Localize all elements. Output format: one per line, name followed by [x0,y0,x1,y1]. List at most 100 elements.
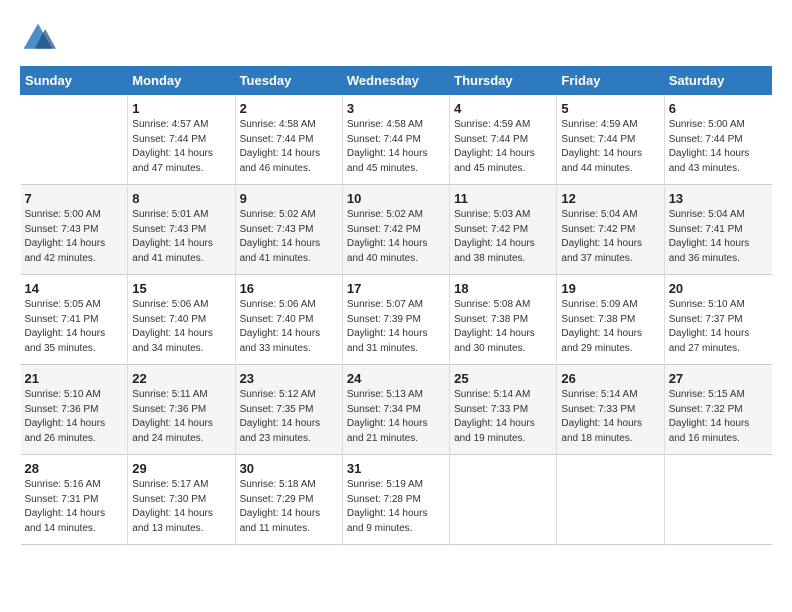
day-number: 22 [132,371,230,386]
day-info: Sunrise: 5:14 AM Sunset: 7:33 PM Dayligh… [561,388,659,446]
day-info: Sunrise: 5:06 AM Sunset: 7:40 PM Dayligh… [240,298,338,356]
calendar-cell: 22 Sunrise: 5:11 AM Sunset: 7:36 PM Dayli… [128,365,235,455]
calendar-cell: 30 Sunrise: 5:18 AM Sunset: 7:29 PM Dayli… [235,455,342,545]
calendar-cell: 25 Sunrise: 5:14 AM Sunset: 7:33 PM Dayli… [450,365,557,455]
weekday-header-row: SundayMondayTuesdayWednesdayThursdayFrid… [21,67,772,95]
day-number: 18 [454,281,552,296]
day-number: 12 [561,191,659,206]
logo-icon [20,20,56,56]
day-info: Sunrise: 4:59 AM Sunset: 7:44 PM Dayligh… [454,118,552,176]
day-number: 17 [347,281,445,296]
weekday-header-saturday: Saturday [664,67,771,95]
day-info: Sunrise: 5:12 AM Sunset: 7:35 PM Dayligh… [240,388,338,446]
calendar-cell [21,95,128,185]
weekday-header-friday: Friday [557,67,664,95]
day-number: 4 [454,101,552,116]
day-info: Sunrise: 5:17 AM Sunset: 7:30 PM Dayligh… [132,478,230,536]
calendar-cell: 2 Sunrise: 4:58 AM Sunset: 7:44 PM Daylig… [235,95,342,185]
day-info: Sunrise: 5:02 AM Sunset: 7:43 PM Dayligh… [240,208,338,266]
calendar-row-4: 28Sunrise: 5:16 AM Sunset: 7:31 PM Dayli… [21,455,772,545]
calendar-cell: 8Sunrise: 5:01 AM Sunset: 7:43 PM Daylig… [128,185,235,275]
calendar-row-3: 21 Sunrise: 5:10 AM Sunset: 7:36 PM Dayli… [21,365,772,455]
calendar-cell: 3Sunrise: 4:58 AM Sunset: 7:44 PM Daylig… [342,95,449,185]
day-number: 24 [347,371,445,386]
day-number: 19 [561,281,659,296]
day-info: Sunrise: 5:04 AM Sunset: 7:41 PM Dayligh… [669,208,768,266]
calendar-row-0: 1 Sunrise: 4:57 AM Sunset: 7:44 PM Daylig… [21,95,772,185]
calendar-cell: 21 Sunrise: 5:10 AM Sunset: 7:36 PM Dayli… [21,365,128,455]
day-info: Sunrise: 5:19 AM Sunset: 7:28 PM Dayligh… [347,478,445,536]
day-info: Sunrise: 5:03 AM Sunset: 7:42 PM Dayligh… [454,208,552,266]
day-info: Sunrise: 5:04 AM Sunset: 7:42 PM Dayligh… [561,208,659,266]
day-info: Sunrise: 4:58 AM Sunset: 7:44 PM Dayligh… [240,118,338,176]
day-info: Sunrise: 5:09 AM Sunset: 7:38 PM Dayligh… [561,298,659,356]
calendar-cell: 19 Sunrise: 5:09 AM Sunset: 7:38 PM Dayli… [557,275,664,365]
day-info: Sunrise: 5:18 AM Sunset: 7:29 PM Dayligh… [240,478,338,536]
calendar-cell: 7 Sunrise: 5:00 AM Sunset: 7:43 PM Daylig… [21,185,128,275]
day-number: 25 [454,371,552,386]
calendar-cell: 17 Sunrise: 5:07 AM Sunset: 7:39 PM Dayli… [342,275,449,365]
calendar-cell: 24 Sunrise: 5:13 AM Sunset: 7:34 PM Dayli… [342,365,449,455]
calendar-cell [450,455,557,545]
day-number: 10 [347,191,445,206]
day-number: 23 [240,371,338,386]
weekday-header-tuesday: Tuesday [235,67,342,95]
day-number: 7 [25,191,124,206]
day-number: 13 [669,191,768,206]
day-info: Sunrise: 5:15 AM Sunset: 7:32 PM Dayligh… [669,388,768,446]
day-info: Sunrise: 4:59 AM Sunset: 7:44 PM Dayligh… [561,118,659,176]
calendar-cell: 1 Sunrise: 4:57 AM Sunset: 7:44 PM Daylig… [128,95,235,185]
day-number: 29 [132,461,230,476]
day-number: 16 [240,281,338,296]
weekday-header-thursday: Thursday [450,67,557,95]
calendar-cell: 18Sunrise: 5:08 AM Sunset: 7:38 PM Dayli… [450,275,557,365]
day-info: Sunrise: 5:02 AM Sunset: 7:42 PM Dayligh… [347,208,445,266]
day-number: 1 [132,101,230,116]
day-number: 28 [25,461,124,476]
day-info: Sunrise: 5:10 AM Sunset: 7:37 PM Dayligh… [669,298,768,356]
day-info: Sunrise: 5:07 AM Sunset: 7:39 PM Dayligh… [347,298,445,356]
calendar-cell: 27 Sunrise: 5:15 AM Sunset: 7:32 PM Dayli… [664,365,771,455]
day-number: 31 [347,461,445,476]
day-info: Sunrise: 5:00 AM Sunset: 7:44 PM Dayligh… [669,118,768,176]
day-info: Sunrise: 4:57 AM Sunset: 7:44 PM Dayligh… [132,118,230,176]
weekday-header-wednesday: Wednesday [342,67,449,95]
logo [20,20,60,56]
day-info: Sunrise: 5:10 AM Sunset: 7:36 PM Dayligh… [25,388,124,446]
day-number: 9 [240,191,338,206]
calendar-row-1: 7 Sunrise: 5:00 AM Sunset: 7:43 PM Daylig… [21,185,772,275]
calendar-cell: 20 Sunrise: 5:10 AM Sunset: 7:37 PM Dayli… [664,275,771,365]
day-info: Sunrise: 5:01 AM Sunset: 7:43 PM Dayligh… [132,208,230,266]
calendar-cell: 15 Sunrise: 5:06 AM Sunset: 7:40 PM Dayli… [128,275,235,365]
calendar-row-2: 14Sunrise: 5:05 AM Sunset: 7:41 PM Dayli… [21,275,772,365]
calendar-cell: 31 Sunrise: 5:19 AM Sunset: 7:28 PM Dayli… [342,455,449,545]
calendar-cell: 12 Sunrise: 5:04 AM Sunset: 7:42 PM Dayli… [557,185,664,275]
day-info: Sunrise: 4:58 AM Sunset: 7:44 PM Dayligh… [347,118,445,176]
day-number: 6 [669,101,768,116]
day-info: Sunrise: 5:06 AM Sunset: 7:40 PM Dayligh… [132,298,230,356]
calendar-cell [664,455,771,545]
day-info: Sunrise: 5:00 AM Sunset: 7:43 PM Dayligh… [25,208,124,266]
calendar-cell: 26 Sunrise: 5:14 AM Sunset: 7:33 PM Dayli… [557,365,664,455]
calendar-table: SundayMondayTuesdayWednesdayThursdayFrid… [20,66,772,545]
day-number: 20 [669,281,768,296]
page-header [20,20,772,56]
day-info: Sunrise: 5:14 AM Sunset: 7:33 PM Dayligh… [454,388,552,446]
day-number: 2 [240,101,338,116]
calendar-cell: 6 Sunrise: 5:00 AM Sunset: 7:44 PM Daylig… [664,95,771,185]
calendar-cell: 13 Sunrise: 5:04 AM Sunset: 7:41 PM Dayli… [664,185,771,275]
day-number: 26 [561,371,659,386]
day-number: 27 [669,371,768,386]
calendar-cell: 4 Sunrise: 4:59 AM Sunset: 7:44 PM Daylig… [450,95,557,185]
calendar-cell: 5Sunrise: 4:59 AM Sunset: 7:44 PM Daylig… [557,95,664,185]
day-number: 11 [454,191,552,206]
day-number: 30 [240,461,338,476]
calendar-cell: 16 Sunrise: 5:06 AM Sunset: 7:40 PM Dayli… [235,275,342,365]
day-number: 15 [132,281,230,296]
weekday-header-monday: Monday [128,67,235,95]
day-number: 21 [25,371,124,386]
day-info: Sunrise: 5:13 AM Sunset: 7:34 PM Dayligh… [347,388,445,446]
calendar-cell: 9 Sunrise: 5:02 AM Sunset: 7:43 PM Daylig… [235,185,342,275]
day-info: Sunrise: 5:11 AM Sunset: 7:36 PM Dayligh… [132,388,230,446]
calendar-cell: 28Sunrise: 5:16 AM Sunset: 7:31 PM Dayli… [21,455,128,545]
